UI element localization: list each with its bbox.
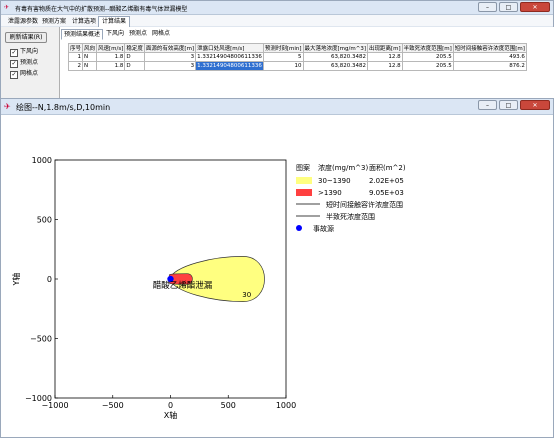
- x-tick-label: 0: [168, 401, 173, 410]
- table-header-row: 序号 风向 风速[m/s] 稳定度 面源的有效高度[m] 泄露口处风速[m/s]…: [67, 43, 527, 53]
- table-cell[interactable]: 12.8: [366, 61, 403, 71]
- col-header[interactable]: 稳定度: [124, 43, 145, 53]
- app-icon: ✈: [4, 4, 10, 11]
- legend-header: 图案: [296, 163, 310, 172]
- col-header[interactable]: 泄露口处风速[m/s]: [195, 43, 264, 53]
- y-tick-label: −500: [30, 335, 52, 344]
- checkbox-downwind[interactable]: ✓ 下风向: [10, 47, 39, 57]
- refresh-button[interactable]: 刷新结果(R): [5, 32, 47, 43]
- maximize-button[interactable]: □: [499, 2, 518, 12]
- col-header[interactable]: 风向: [82, 43, 98, 53]
- col-header[interactable]: 风速[m/s]: [96, 43, 126, 53]
- checkbox-predict-points-label: 预测点: [20, 59, 39, 66]
- legend-swatch: [296, 177, 312, 184]
- table-cell[interactable]: 10: [262, 61, 304, 71]
- y-tick-label: −1000: [25, 394, 52, 403]
- checkbox-predict-points[interactable]: ✓ 预测点: [10, 58, 39, 68]
- checkbox-downwind-box[interactable]: ✓: [10, 49, 18, 57]
- table-cell[interactable]: 63,820.3482: [302, 61, 368, 71]
- col-header[interactable]: 预测时刻[min]: [262, 43, 304, 53]
- col-header[interactable]: 半致死浓度范围[m]: [401, 43, 454, 53]
- legend-dot: [296, 225, 302, 231]
- legend-range: >1390: [318, 189, 342, 197]
- legend-label: 事故源: [313, 224, 334, 233]
- x-tick-label: 1000: [276, 401, 296, 410]
- legend-label: 半致死浓度范围: [326, 212, 375, 221]
- table-cell[interactable]: 205.5: [401, 61, 454, 71]
- main-window-title: 有毒有害物质在大气中的扩散预测--醋酸乙烯酯有毒气体泄漏模型: [15, 6, 188, 13]
- checkbox-grid-points-box[interactable]: ✓: [10, 71, 18, 79]
- table-row[interactable]: 2 N 1.8 D 3 1.33214904800611336 10 63,82…: [67, 61, 527, 71]
- table-cell[interactable]: 3: [143, 61, 197, 71]
- col-header[interactable]: 序号: [67, 43, 84, 53]
- col-header[interactable]: 出现距离[m]: [366, 43, 403, 53]
- subtab-predict-points[interactable]: 预测点: [127, 29, 149, 38]
- main-window: ✈ 有毒有害物质在大气中的扩散预测--醋酸乙烯酯有毒气体泄漏模型 – □ ✕ 泄…: [0, 0, 554, 100]
- source-label: 醋酸乙烯酯泄漏: [153, 280, 213, 291]
- plot-app-icon: ✈: [4, 102, 11, 111]
- legend-area: 2.02E+05: [369, 177, 404, 185]
- table-cell[interactable]: D: [124, 61, 145, 71]
- x-axis-label: X轴: [164, 410, 177, 420]
- table-cell[interactable]: 1.8: [96, 61, 126, 71]
- table-cell[interactable]: N: [82, 61, 98, 71]
- subtab-summary[interactable]: 预测结果概述: [61, 29, 104, 40]
- table-cell-selected[interactable]: 1.33214904800611336: [195, 61, 264, 71]
- y-tick-label: 0: [47, 275, 52, 284]
- results-table: 序号 风向 风速[m/s] 稳定度 面源的有效高度[m] 泄露口处风速[m/s]…: [67, 43, 527, 71]
- minimize-button[interactable]: –: [478, 100, 497, 110]
- minimize-button[interactable]: –: [478, 2, 497, 12]
- y-tick-label: 1000: [32, 156, 52, 165]
- legend-swatch: [296, 189, 312, 196]
- legend-header: 浓度(mg/m^3): [318, 163, 368, 172]
- contour-label: 30: [242, 291, 251, 299]
- y-tick-label: 500: [37, 216, 52, 225]
- checkbox-grid-points-label: 网格点: [20, 70, 39, 77]
- plot-window-title: 绘图--N,1.8m/s,D,10min: [16, 103, 111, 112]
- legend-area: 9.05E+03: [369, 189, 404, 197]
- table-cell[interactable]: D: [124, 52, 145, 62]
- dispersion-chart: −1000 −500 0 500 1000−1000−50005001000X轴Y轴30…: [11, 156, 406, 420]
- table-cell[interactable]: 493.6: [452, 52, 527, 62]
- subtab-downwind[interactable]: 下风向: [104, 29, 126, 38]
- y-axis-label: Y轴: [11, 273, 21, 287]
- table-cell[interactable]: 2: [67, 61, 84, 71]
- legend-label: 短时间接触容许浓度范围: [326, 200, 403, 209]
- close-button[interactable]: ✕: [520, 2, 550, 12]
- checkbox-grid-points[interactable]: ✓ 网格点: [10, 69, 39, 79]
- table-cell[interactable]: 12.8: [366, 52, 403, 62]
- maximize-button[interactable]: □: [499, 100, 518, 110]
- table-cell[interactable]: 3: [143, 52, 197, 62]
- table-cell[interactable]: N: [82, 52, 98, 62]
- col-header[interactable]: 短时间接触容许浓度范围[m]: [452, 43, 527, 53]
- table-cell[interactable]: 876.2: [452, 61, 527, 71]
- main-window-controls: – □ ✕: [478, 2, 550, 12]
- plot-window: ✈ 绘图--N,1.8m/s,D,10min – □ ✕ −1000 −500 0 5…: [0, 98, 554, 438]
- checkbox-predict-points-box[interactable]: ✓: [10, 60, 18, 68]
- col-header[interactable]: 最大落地浓度[mg/m^3]: [302, 43, 368, 53]
- checkbox-downwind-label: 下风向: [20, 48, 39, 55]
- subtab-grid-points[interactable]: 网格点: [150, 29, 172, 38]
- plot-window-controls: – □ ✕: [478, 100, 550, 110]
- main-title-bar: ✈ 有毒有害物质在大气中的扩散预测--醋酸乙烯酯有毒气体泄漏模型 – □ ✕: [1, 1, 553, 15]
- table-cell[interactable]: 205.5: [401, 52, 454, 62]
- col-header[interactable]: 面源的有效高度[m]: [143, 43, 197, 53]
- table-cell[interactable]: 63,820.3482: [302, 52, 368, 62]
- table-row[interactable]: 1 N 1.8 D 3 1.33214904800611336 5 63,820…: [67, 52, 527, 62]
- table-cell[interactable]: 1.33214904800611336: [195, 52, 264, 62]
- table-cell[interactable]: 1: [67, 52, 84, 62]
- legend-range: 30~1390: [318, 177, 351, 185]
- plot-title-bar: ✈ 绘图--N,1.8m/s,D,10min – □ ✕: [1, 99, 553, 115]
- options-panel: 刷新结果(R) ✓ 下风向 ✓ 预测点 ✓ 网格点: [1, 27, 59, 100]
- table-cell[interactable]: 1.8: [96, 52, 126, 62]
- legend-header: 面积(m^2): [369, 163, 406, 172]
- table-cell[interactable]: 5: [262, 52, 304, 62]
- x-tick-label: 500: [221, 401, 236, 410]
- main-tab-bar: 泄露源参数 预测方案 计算选项 计算结果: [1, 15, 553, 28]
- x-tick-label: −500: [102, 401, 124, 410]
- close-button[interactable]: ✕: [520, 100, 550, 110]
- results-panel: 预测结果概述 下风向 预测点 网格点 序号 风向 风速[m/s] 稳定度 面源的…: [59, 27, 554, 100]
